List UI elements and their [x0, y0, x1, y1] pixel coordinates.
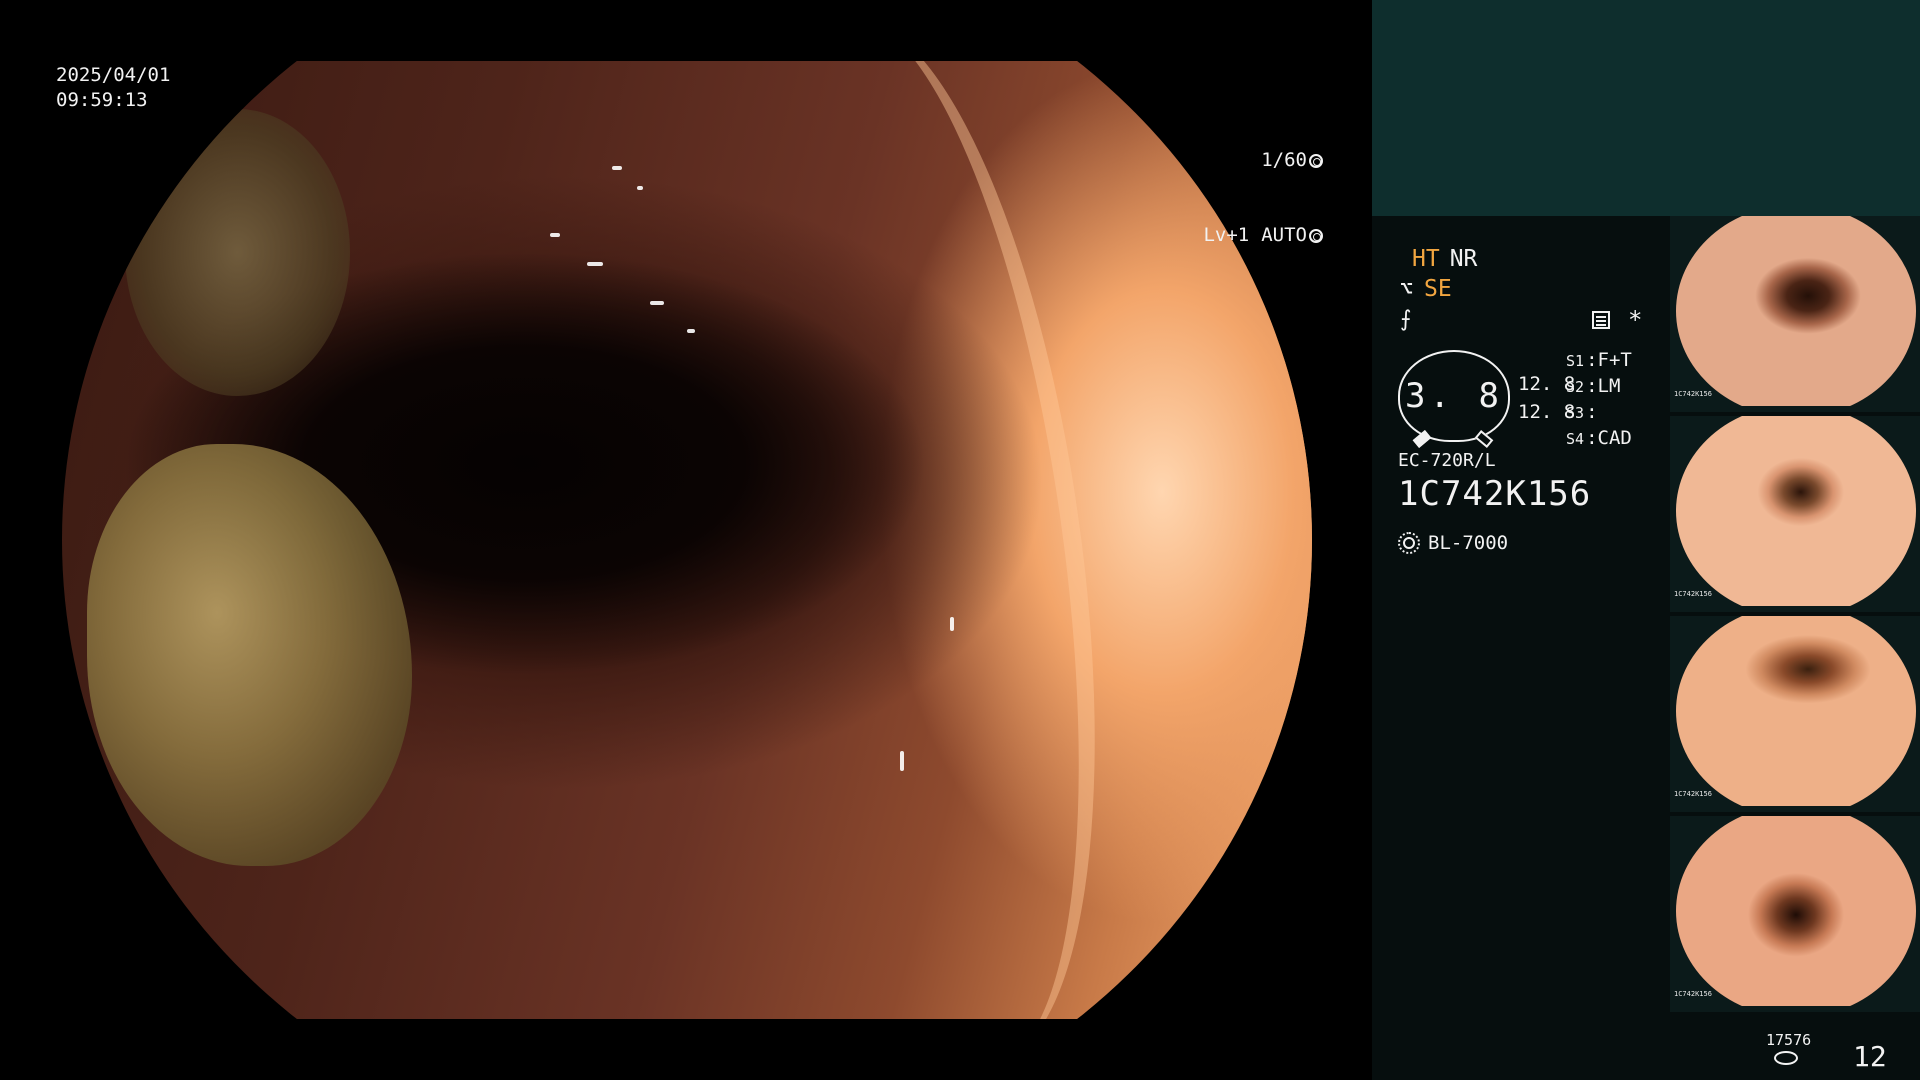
mode-text: AUTO [1261, 224, 1307, 246]
asterisk-icon: * [1628, 306, 1643, 334]
switch-settings: S1:F+T S2:LM S3: S4:CAD [1566, 348, 1632, 452]
thumbnail[interactable]: 1C742K156 [1670, 616, 1920, 812]
setting-value: F+T [1597, 349, 1632, 371]
ht-nr-row: HT NR [1400, 244, 1477, 274]
endoscope-view: 2025/04/01 09:59:13 1/60 Lv+1 AUTO [0, 0, 1372, 1080]
thumbnail-image [1676, 616, 1916, 806]
hook-icon: ⌥ [1400, 276, 1414, 302]
image-glint [549, 233, 560, 238]
level-row: Lv+1 AUTO [1203, 223, 1323, 248]
panel-header [1372, 0, 1920, 216]
thumbnail-image [1676, 416, 1916, 606]
insertion-gauge: 3. 8 [1398, 350, 1510, 448]
frame-count: 12 [1853, 1040, 1887, 1073]
setting-key: S1 [1566, 352, 1585, 370]
se-row: ⌥ SE [1400, 274, 1477, 304]
image-glint [899, 750, 904, 771]
scope-model: EC-720R/L [1398, 450, 1496, 471]
exposure-overlay: 1/60 Lv+1 AUTO [1203, 98, 1323, 298]
setting-s4: S4:CAD [1566, 427, 1632, 449]
thumbnail-caption: 1C742K156 [1674, 790, 1712, 798]
gauge-icon: ⨍ [1400, 306, 1412, 332]
setting-s2: S2:LM [1566, 375, 1621, 397]
thumbnail[interactable]: 1C742K156 [1670, 216, 1920, 412]
gauge-value: 3. 8 [1405, 376, 1503, 416]
se-label: SE [1424, 276, 1452, 302]
scope-serial: 1C742K156 [1398, 474, 1592, 514]
menu-line [1596, 324, 1606, 326]
setting-s1: S1:F+T [1566, 349, 1632, 371]
image-glint [649, 300, 664, 305]
image-glint [687, 329, 695, 334]
image-region [87, 444, 412, 866]
image-region [124, 108, 350, 397]
menu-line [1596, 320, 1606, 322]
disk-icon [1774, 1051, 1798, 1065]
light-source-text: BL-7000 [1428, 532, 1509, 554]
image-region [690, 61, 1152, 1019]
thumbnail-caption: 1C742K156 [1674, 990, 1712, 998]
image-glint [612, 166, 622, 171]
thumbnail-image [1676, 216, 1916, 406]
auto-ring-icon [1309, 228, 1323, 243]
setting-key: S4 [1566, 430, 1585, 448]
light-source-icon [1398, 532, 1420, 554]
info-panel: HT NR ⌥ SE ⨍ * 3. 8 12. 8 12. 8 S1:F+T … [1372, 0, 1920, 1080]
shutter-row: 1/60 [1203, 148, 1323, 173]
endoscope-image [62, 61, 1312, 1019]
date-text: 2025/04/01 [56, 64, 171, 86]
time-text: 09:59:13 [56, 89, 148, 111]
setting-value: LM [1597, 375, 1621, 397]
gauge-foot-icon [1412, 430, 1432, 448]
panel-icons: * [1592, 306, 1642, 334]
image-glint [74, 310, 83, 319]
thumbnail-caption: 1C742K156 [1674, 390, 1712, 398]
ht-label: HT [1412, 246, 1440, 272]
shutter-icon [1309, 153, 1323, 168]
gauge-symbol-row: ⨍ [1400, 304, 1477, 334]
thumbnail-strip: 1C742K156 1C742K156 1C742K156 1C742K156 [1670, 216, 1920, 1016]
datetime-overlay: 2025/04/01 09:59:13 [56, 63, 170, 113]
endoscopy-screen: 2025/04/01 09:59:13 1/60 Lv+1 AUTO HT NR… [0, 0, 1920, 1080]
image-count: 17576 [1766, 1031, 1812, 1049]
setting-value: CAD [1597, 427, 1632, 449]
setting-key: S2 [1566, 378, 1585, 396]
image-glint [587, 262, 603, 267]
setting-s3: S3: [1566, 401, 1598, 423]
thumbnail[interactable]: 1C742K156 [1670, 416, 1920, 612]
image-glint [949, 616, 954, 631]
thumbnail-caption: 1C742K156 [1674, 590, 1712, 598]
menu-line [1596, 316, 1606, 318]
thumbnail-image [1676, 816, 1916, 1006]
nr-label: NR [1449, 246, 1478, 272]
level-text: Lv+1 [1203, 224, 1250, 246]
gauge-foot-icon [1474, 430, 1494, 448]
shutter-text: 1/60 [1261, 149, 1307, 171]
image-glint [637, 185, 643, 190]
thumbnail[interactable]: 1C742K156 [1670, 816, 1920, 1012]
setting-key: S3 [1566, 404, 1585, 422]
menu-icon [1592, 311, 1610, 329]
light-source: BL-7000 [1398, 532, 1508, 554]
mode-indicators: HT NR ⌥ SE ⨍ * [1400, 244, 1642, 334]
